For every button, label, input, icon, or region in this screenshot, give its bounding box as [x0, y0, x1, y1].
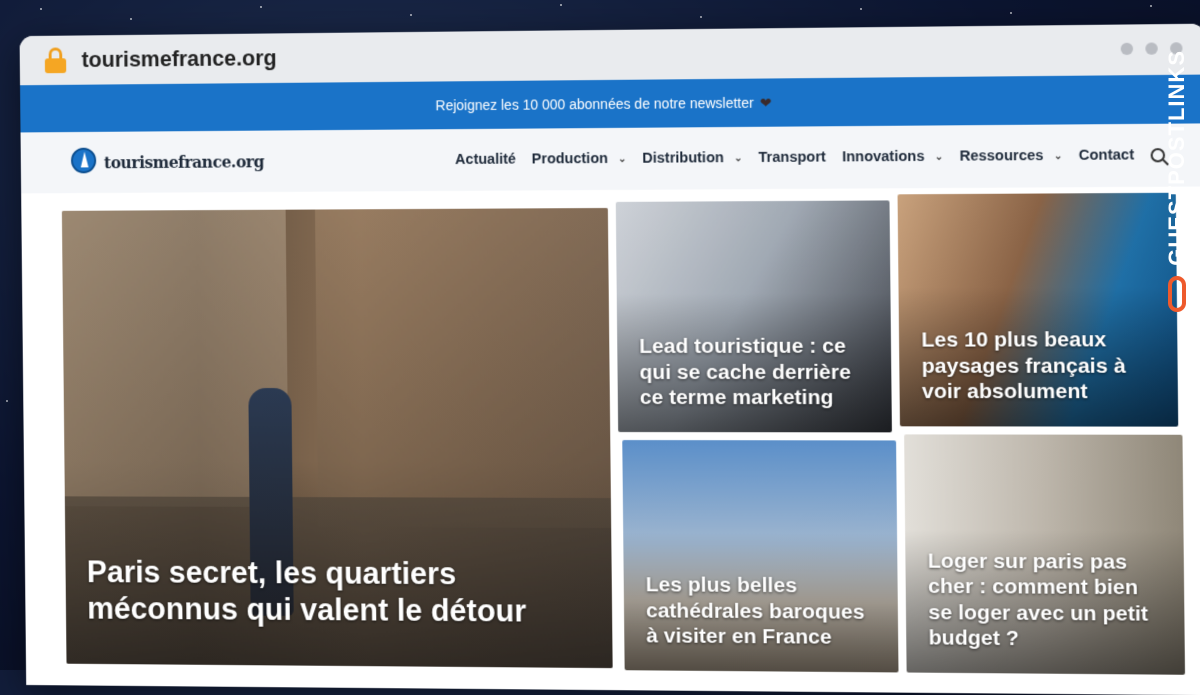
browser-window: tourismefrance.org Rejoignez les 10 000 … [19, 23, 1200, 695]
logo-text: tourismefrance.org [103, 151, 265, 172]
chain-link-icon [1168, 275, 1186, 312]
article-title[interactable]: Loger sur paris pas cher : comment bien … [928, 549, 1167, 653]
watermark-text: GUESTPOSTLINKS [1164, 50, 1189, 266]
url-text[interactable]: tourismefrance.org [81, 45, 276, 73]
nav-item-innovations[interactable]: Innovations ⌄ [842, 149, 943, 166]
article-title[interactable]: Lead touristique : ce qui se cache derri… [639, 334, 873, 410]
heart-icon: ❤ [759, 94, 772, 111]
chevron-down-icon: ⌄ [934, 151, 944, 163]
nav-item-label: Distribution [642, 150, 724, 167]
nav-item-transport[interactable]: Transport [758, 149, 826, 166]
nav-item-production[interactable]: Production ⌄ [531, 150, 627, 168]
article-card-featured[interactable]: Paris secret, les quartiers méconnus qui… [61, 207, 613, 669]
article-card[interactable]: Les 10 plus beaux paysages français à vo… [897, 192, 1179, 427]
article-card[interactable]: Les plus belles cathédrales baroques à v… [622, 440, 899, 673]
site-header: tourismefrance.org Actualité Production … [20, 123, 1200, 194]
nav-item-label: Ressources [959, 147, 1044, 165]
article-title[interactable]: Les plus belles cathédrales baroques à v… [646, 573, 880, 650]
window-dot-icon[interactable] [1145, 42, 1158, 55]
eiffel-tower-logo-icon [70, 147, 98, 178]
nav-item-label: Actualité [455, 151, 516, 168]
article-title[interactable]: Paris secret, les quartiers méconnus qui… [87, 553, 595, 630]
window-dot-icon[interactable] [1120, 42, 1134, 56]
main-navigation: Actualité Production ⌄ Distribution ⌄ Tr… [455, 147, 1166, 168]
site-logo[interactable]: tourismefrance.org [70, 146, 265, 178]
chevron-down-icon: ⌄ [1053, 150, 1063, 162]
nav-item-label: Contact [1078, 147, 1135, 164]
nav-item-label: Production [531, 150, 609, 168]
nav-item-ressources[interactable]: Ressources ⌄ [959, 148, 1062, 165]
chevron-down-icon: ⌄ [617, 153, 627, 165]
nav-item-distribution[interactable]: Distribution ⌄ [642, 150, 742, 167]
nav-item-label: Innovations [841, 148, 925, 166]
article-card[interactable]: Lead touristique : ce qui se cache derri… [615, 200, 892, 433]
guestpostlinks-watermark: GUESTPOSTLINKS [1162, 50, 1192, 360]
nav-item-actualite[interactable]: Actualité [455, 152, 516, 168]
nav-item-label: Transport [758, 149, 826, 166]
newsletter-text: Rejoignez les 10 000 abonnées de notre n… [435, 94, 754, 114]
lock-icon [44, 47, 67, 74]
article-card[interactable]: Loger sur paris pas cher : comment bien … [904, 434, 1186, 675]
nav-item-contact[interactable]: Contact [1079, 147, 1135, 164]
article-title[interactable]: Les 10 plus beaux paysages français à vo… [921, 327, 1159, 404]
chevron-down-icon: ⌄ [733, 152, 743, 164]
featured-articles-grid: Paris secret, les quartiers méconnus qui… [21, 186, 1200, 695]
